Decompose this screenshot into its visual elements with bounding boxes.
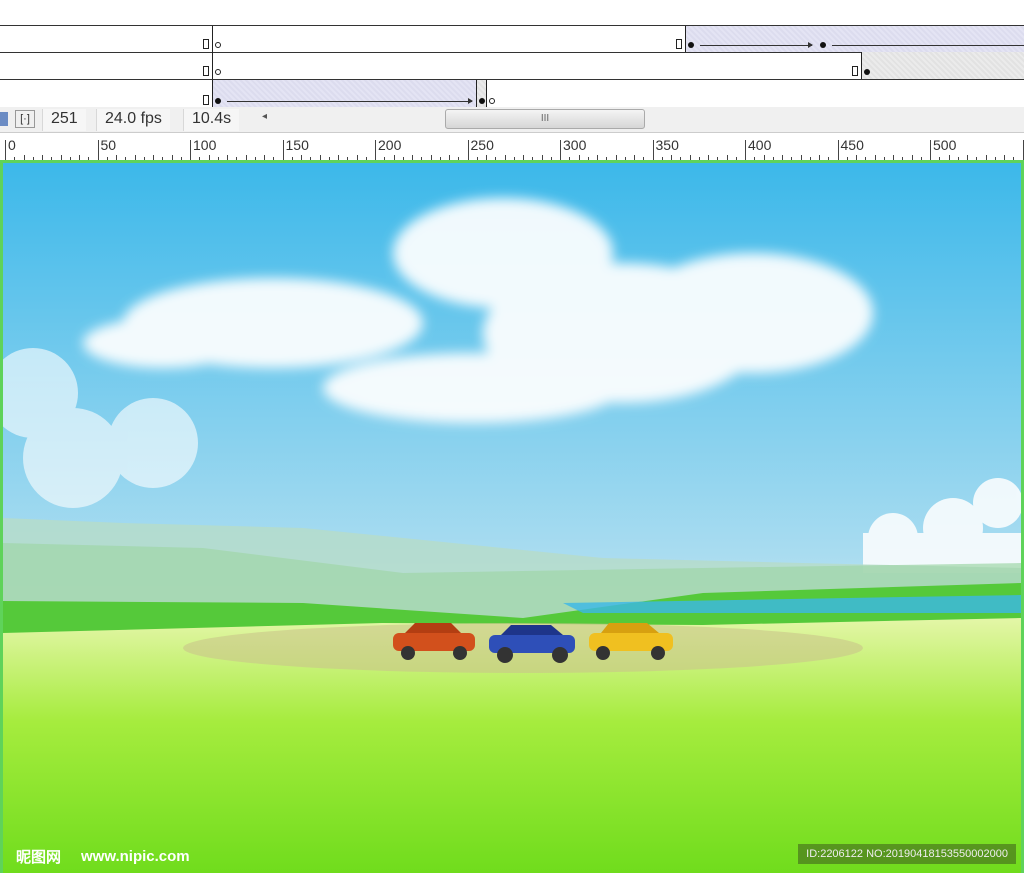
timeline-status-bar: [·] 251 24.0 fps 10.4s ◂ III: [0, 107, 1024, 133]
ruler-tick: [190, 140, 191, 160]
ruler-tick: [97, 140, 99, 160]
ruler-label: 150: [285, 137, 309, 153]
stage-canvas: 昵图网 www.nipic.com ID:2206122 NO:20190418…: [0, 160, 1024, 873]
timeline-layer-row[interactable]: [0, 25, 1024, 53]
keyframe[interactable]: [203, 39, 209, 49]
ruler-tick: [837, 140, 839, 160]
elapsed-time: 10.4s: [183, 109, 240, 131]
ruler-label: 350: [655, 137, 679, 153]
edit-markers-icon[interactable]: [·]: [15, 110, 35, 128]
ruler-tick: [375, 140, 376, 160]
scroll-left-arrow[interactable]: ◂: [262, 111, 267, 122]
watermark-id: ID:2206122 NO:20190418153550002000: [798, 844, 1016, 864]
ruler-label: 400: [748, 137, 772, 153]
keyframe[interactable]: [676, 39, 682, 49]
timeline-layer-row[interactable]: [0, 80, 1024, 108]
watermark-logo: 昵图网: [16, 849, 62, 866]
watermark-site: www.nipic.com: [81, 848, 190, 865]
ruler-tick: [560, 140, 561, 160]
ruler-label: 100: [193, 137, 217, 153]
ruler-label: 200: [378, 137, 402, 153]
landscape-illustration: [3, 163, 1021, 873]
ruler-label: 0: [8, 137, 16, 153]
ruler-label: 450: [840, 137, 864, 153]
motion-tween[interactable]: [212, 80, 476, 108]
onion-skin-icon[interactable]: [0, 112, 8, 126]
ruler-tick: [652, 140, 654, 160]
ruler-tick: [467, 140, 469, 160]
frame-rate[interactable]: 24.0 fps: [96, 109, 170, 131]
ruler-tick: [282, 140, 284, 160]
keyframe[interactable]: [203, 95, 209, 105]
ruler-label: 50: [100, 137, 117, 153]
ruler-tick: [745, 140, 746, 160]
ruler-label: 300: [563, 137, 587, 153]
frame-ruler[interactable]: 0 50 100 150 200 250 300 350 400 450 500: [0, 133, 1024, 160]
current-frame: 251: [42, 109, 86, 131]
ruler-label: 500: [933, 137, 957, 153]
ruler-label: 250: [470, 137, 494, 153]
ruler-tick: [5, 140, 6, 160]
keyframe[interactable]: [852, 66, 858, 76]
horizontal-scrollbar-thumb[interactable]: III: [445, 109, 645, 129]
timeline-layer-row[interactable]: [0, 52, 1024, 80]
ruler-tick: [1022, 140, 1024, 160]
keyframe[interactable]: [203, 66, 209, 76]
ruler-tick: [930, 140, 931, 160]
motion-tween[interactable]: [685, 26, 1024, 52]
